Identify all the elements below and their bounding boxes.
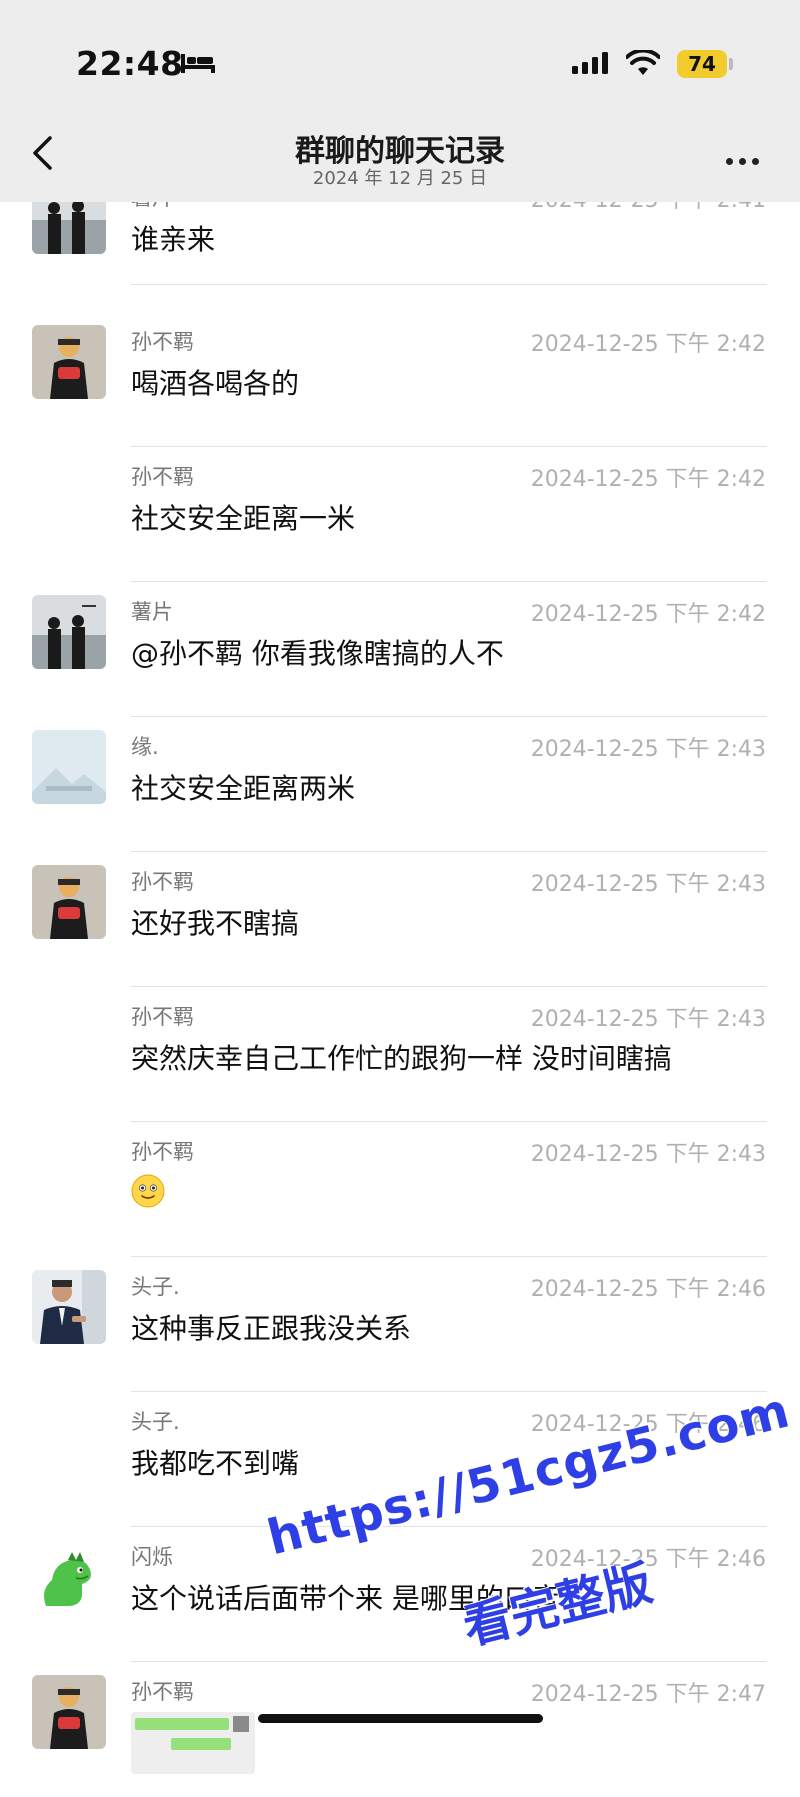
- message-text: 社交安全距离两米: [131, 772, 356, 805]
- wifi-icon: [626, 50, 660, 75]
- list-item[interactable]: 薯片 2024-12-25 下午 2:42 @孙不羁 你看我像瞎搞的人不: [0, 582, 800, 717]
- cellular-signal-icon: [572, 52, 608, 74]
- message-text: 谁亲来: [131, 223, 216, 256]
- sender-name: 孙不羁: [131, 870, 194, 894]
- message-timestamp: 2024-12-25 下午 2:46: [530, 1277, 766, 1302]
- more-options-icon[interactable]: [726, 150, 765, 169]
- message-timestamp: 2024-12-25 下午 2:42: [530, 332, 766, 357]
- green-dinosaur-icon[interactable]: [32, 1540, 106, 1614]
- message-text: 这种事反正跟我没关系: [131, 1312, 412, 1345]
- list-item[interactable]: 孙不羁 2024-12-25 下午 2:43 还好我不瞎搞: [0, 852, 800, 987]
- list-item[interactable]: 孙不羁 2024-12-25 下午 2:47: [0, 1662, 800, 1797]
- sender-name: 薯片: [131, 600, 173, 624]
- message-timestamp: 2024-12-25 下午 2:43: [530, 872, 766, 897]
- message-text: 我都吃不到嘴: [131, 1447, 300, 1480]
- battery-indicator: 74: [677, 50, 727, 78]
- sender-name: 缘.: [131, 735, 159, 759]
- message-text: @孙不羁 你看我像瞎搞的人不: [131, 637, 504, 670]
- message-timestamp: 2024-12-25 下午 2:42: [530, 602, 766, 627]
- landscape-placeholder-icon[interactable]: [32, 730, 106, 804]
- sender-name: 头子.: [131, 1410, 180, 1434]
- message-timestamp: 2024-12-25 下午 2:43: [530, 737, 766, 762]
- smiley-emoji-icon: [131, 1174, 165, 1208]
- message-text: 突然庆幸自己工作忙的跟狗一样 没时间瞎搞: [131, 1042, 672, 1075]
- message-timestamp: 2024-12-25 下午 2:42: [530, 467, 766, 492]
- message-timestamp: 2024-12-25 下午 2:43: [530, 1142, 766, 1167]
- couple-photo-icon[interactable]: [32, 595, 106, 669]
- sleep-bed-icon: [181, 54, 215, 73]
- list-item[interactable]: 闪烁 2024-12-25 下午 2:46 这个说话后面带个来 是哪里的口音: [0, 1527, 800, 1662]
- list-item[interactable]: 孙不羁 2024-12-25 下午 2:43 突然庆幸自己工作忙的跟狗一样 没时…: [0, 987, 800, 1122]
- message-text: 社交安全距离一米: [131, 502, 356, 535]
- message-text: 还好我不瞎搞: [131, 907, 300, 940]
- list-item[interactable]: 孙不羁 2024-12-25 下午 2:42 喝酒各喝各的: [0, 312, 800, 447]
- sender-name: 孙不羁: [131, 1140, 194, 1164]
- list-item[interactable]: 孙不羁 2024-12-25 下午 2:43: [0, 1122, 800, 1257]
- screenshot-thumbnail[interactable]: [131, 1712, 255, 1774]
- message-timestamp: 2024-12-25 下午 2:47: [530, 1682, 766, 1707]
- message-text: 喝酒各喝各的: [131, 367, 300, 400]
- list-item[interactable]: 孙不羁 2024-12-25 下午 2:42 社交安全距离一米: [0, 447, 800, 582]
- sender-name: 孙不羁: [131, 330, 194, 354]
- message-timestamp: 2024-12-25 下午 2:43: [530, 1007, 766, 1032]
- list-item[interactable]: 头子. 2024-12-25 下午 2:46 这种事反正跟我没关系: [0, 1257, 800, 1392]
- sender-name: 头子.: [131, 1275, 180, 1299]
- navigation-header: 22:48 74 群聊的聊天记录 2024 年 12 月 25 日: [0, 0, 800, 202]
- divider: [131, 284, 767, 285]
- sender-name: 孙不羁: [131, 1680, 194, 1704]
- sender-name: 孙不羁: [131, 465, 194, 489]
- home-indicator[interactable]: [258, 1714, 543, 1723]
- list-item[interactable]: 缘. 2024-12-25 下午 2:43 社交安全距离两米: [0, 717, 800, 852]
- sender-name: 闪烁: [131, 1545, 173, 1569]
- battery-cap: [729, 58, 733, 70]
- status-time: 22:48: [76, 44, 184, 83]
- list-item[interactable]: 薯片 2024-12-25 下午 2:41 谁亲来: [0, 180, 800, 323]
- page-subtitle-date: 2024 年 12 月 25 日: [312, 168, 488, 189]
- figure-avatar-icon[interactable]: [32, 325, 106, 399]
- suit-man-photo-icon[interactable]: [32, 1270, 106, 1344]
- figure-avatar-icon[interactable]: [32, 1675, 106, 1749]
- sender-name: 孙不羁: [131, 1005, 194, 1029]
- figure-avatar-icon[interactable]: [32, 865, 106, 939]
